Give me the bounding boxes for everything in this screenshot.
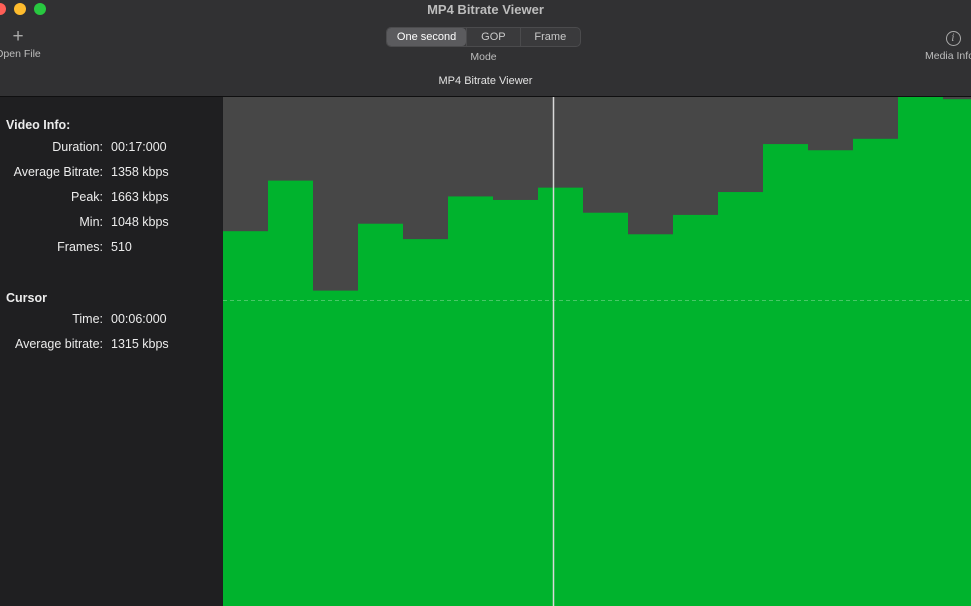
bitrate-bar xyxy=(808,150,853,606)
mode-segmented-control: One second GOP Frame xyxy=(386,27,581,47)
mode-gop-segment[interactable]: GOP xyxy=(466,28,519,46)
info-icon: i xyxy=(945,31,961,46)
info-sidebar: Video Info: Duration: 00:17:000 Average … xyxy=(0,97,222,606)
bitrate-chart-svg[interactable] xyxy=(223,97,971,606)
info-value: 1358 kbps xyxy=(111,165,169,179)
info-row-peak: Peak: 1663 kbps xyxy=(0,190,222,208)
bitrate-bar xyxy=(673,214,718,606)
media-info-button[interactable]: i Media Info xyxy=(918,28,971,62)
info-value: 1663 kbps xyxy=(111,190,169,204)
bitrate-bar xyxy=(403,239,448,606)
bitrate-bar xyxy=(313,290,358,606)
info-key: Peak: xyxy=(71,190,103,204)
info-row-min: Min: 1048 kbps xyxy=(0,215,222,233)
mode-frame-segment[interactable]: Frame xyxy=(519,28,580,46)
open-file-label: Open File xyxy=(0,48,41,60)
info-row-cursor-bitrate: Average bitrate: 1315 kbps xyxy=(0,337,222,355)
view-subtitle: MP4 Bitrate Viewer xyxy=(438,75,533,87)
bitrate-bar xyxy=(583,212,628,606)
bitrate-bar xyxy=(628,234,673,606)
bitrate-bar xyxy=(718,192,763,606)
info-key: Time: xyxy=(72,312,103,326)
info-value: 510 xyxy=(111,240,132,254)
info-key: Min: xyxy=(79,215,103,229)
toolbar: MP4 Bitrate Viewer + Open File One secon… xyxy=(0,0,971,97)
info-row-average-bitrate: Average Bitrate: 1358 kbps xyxy=(0,165,222,183)
bitrate-bar xyxy=(853,138,898,606)
bitrate-bar xyxy=(538,187,583,606)
window-title: MP4 Bitrate Viewer xyxy=(427,2,544,17)
mode-control: One second GOP Frame Mode xyxy=(386,27,581,63)
bitrate-bar xyxy=(943,99,971,606)
bitrate-bar xyxy=(223,231,268,606)
info-row-duration: Duration: 00:17:000 xyxy=(0,140,222,158)
cursor-heading: Cursor xyxy=(6,291,47,305)
info-key: Average Bitrate: xyxy=(13,165,103,179)
bitrate-bar xyxy=(898,97,943,606)
bitrate-bar xyxy=(448,196,493,606)
info-key: Average bitrate: xyxy=(14,337,103,351)
info-key: Frames: xyxy=(57,240,103,254)
info-value: 00:17:000 xyxy=(111,140,167,154)
info-value: 1315 kbps xyxy=(111,337,169,351)
video-info-heading: Video Info: xyxy=(6,118,71,132)
info-value: 00:06:000 xyxy=(111,312,167,326)
bitrate-bar xyxy=(493,199,538,606)
mode-one-second-segment[interactable]: One second xyxy=(387,28,467,46)
app-window: MP4 Bitrate Viewer + Open File One secon… xyxy=(0,0,971,606)
bitrate-chart[interactable] xyxy=(223,97,971,606)
info-row-frames: Frames: 510 xyxy=(0,240,222,258)
plus-icon: + xyxy=(12,26,24,47)
bitrate-bar xyxy=(358,223,403,606)
media-info-label: Media Info xyxy=(925,50,971,62)
info-row-cursor-time: Time: 00:06:000 xyxy=(0,312,222,330)
bitrate-bar xyxy=(268,180,313,606)
bitrate-bar xyxy=(763,144,808,606)
open-file-button[interactable]: + Open File xyxy=(0,27,48,67)
info-value: 1048 kbps xyxy=(111,215,169,229)
info-key: Duration: xyxy=(52,140,103,154)
mode-label: Mode xyxy=(470,51,497,63)
